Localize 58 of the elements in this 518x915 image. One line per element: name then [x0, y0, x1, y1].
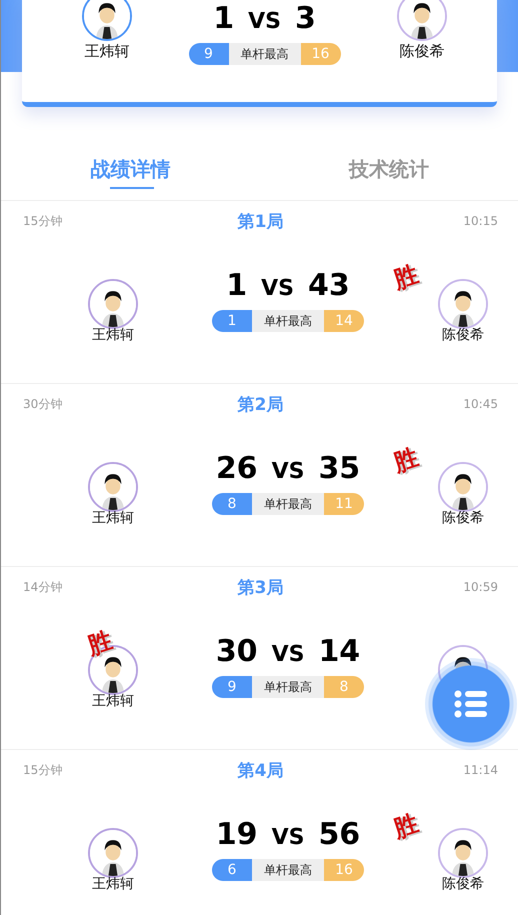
win-label: 胜: [84, 624, 116, 662]
score: 35: [318, 450, 360, 488]
stat-value: 14: [324, 310, 364, 332]
vs-label: VS: [272, 459, 304, 484]
score: 14: [318, 633, 360, 671]
stat-label: 单杆最高: [252, 859, 324, 881]
score: 26: [216, 450, 258, 488]
game-title: 第2局: [238, 394, 284, 416]
stat-label: 单杆最高: [252, 310, 324, 332]
game-time: 10:15: [462, 214, 498, 228]
score: 30: [216, 633, 258, 671]
stat-value: 1: [212, 310, 252, 332]
duration: 14分钟: [23, 578, 64, 596]
player-name: 陈俊希: [442, 876, 484, 892]
player-name: 陈俊希: [442, 510, 484, 526]
stat-value: 16: [300, 43, 340, 65]
score: 19: [216, 816, 258, 854]
vs-label: VS: [272, 825, 304, 850]
win-label: 胜: [390, 442, 422, 479]
player-name: 陈俊希: [442, 327, 484, 343]
stat-value: 16: [324, 859, 364, 881]
stat-value: 6: [212, 859, 252, 881]
duration: 30分钟: [23, 396, 64, 412]
score: 3: [294, 0, 316, 38]
game-time: 11:14: [462, 763, 498, 777]
score: 43: [308, 267, 350, 305]
game-time: 10:59: [462, 580, 498, 594]
tab[interactable]: 技术统计: [348, 150, 429, 188]
stat-label: 单杆最高: [252, 676, 324, 698]
vs-label: VS: [261, 276, 294, 301]
win-label: 胜: [390, 808, 422, 845]
score: 1: [213, 0, 234, 38]
tab[interactable]: 战绩详情: [90, 150, 170, 188]
stat-label: 单杆最高: [252, 493, 324, 515]
player-name: 陈俊希: [400, 43, 444, 59]
vs-label: VS: [272, 642, 304, 667]
player-name: 王炜轲: [92, 327, 134, 343]
stat-label: 单杆最高: [228, 43, 300, 65]
player-name: 王炜轲: [92, 876, 134, 892]
game-title: 第4局: [238, 760, 284, 782]
player-name: 王炜轲: [92, 510, 134, 526]
stat-value: 9: [212, 676, 252, 698]
game-time: 10:45: [462, 397, 498, 411]
stat-value: 11: [324, 493, 364, 515]
stat-value: 8: [212, 493, 252, 515]
player-name: 王炜轲: [84, 43, 130, 59]
game-title: 第3局: [238, 576, 284, 598]
stat-value: 9: [188, 43, 228, 65]
list-icon: [454, 690, 488, 718]
duration: 15分钟: [23, 212, 64, 230]
duration: 15分钟: [23, 762, 64, 778]
win-label: 胜: [390, 258, 422, 296]
player-name: 王炜轲: [92, 693, 134, 709]
game-title: 第1局: [238, 210, 284, 232]
vs-label: VS: [248, 9, 281, 34]
stat-value: 8: [324, 676, 364, 698]
score: 1: [226, 267, 248, 305]
score: 56: [318, 816, 360, 854]
